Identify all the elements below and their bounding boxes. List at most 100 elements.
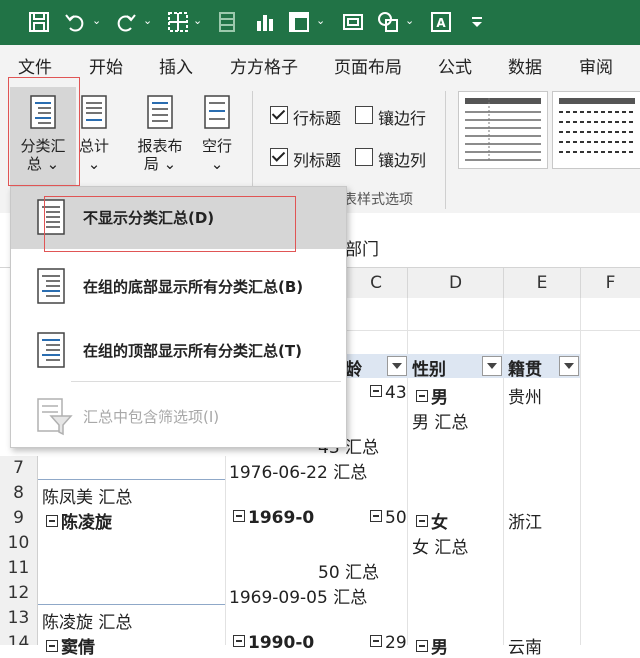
ribbon-divider xyxy=(445,91,446,209)
row-header-8[interactable]: 8 xyxy=(0,481,38,506)
collapse-icon[interactable] xyxy=(370,635,382,647)
tab-page-layout[interactable]: 页面布局 xyxy=(334,53,402,78)
cell-gender-r5: 男 xyxy=(416,383,448,408)
cell-age-r5-value: 43 xyxy=(385,383,407,403)
cell-gender-total-r10: 女 汇总 xyxy=(412,538,469,558)
menu-item-label: 在组的底部显示所有分类汇总(B) xyxy=(83,278,304,296)
borders-dropdown-icon[interactable]: ⌄ xyxy=(193,14,202,27)
cell-name-r9-value: 陈凌旋 xyxy=(61,513,112,533)
collapse-icon[interactable] xyxy=(416,390,428,402)
cell-date-r9-value: 1969-0 xyxy=(248,508,315,528)
highlight-box xyxy=(8,77,80,186)
menu-item-include-filtered: 汇总中包含筛选项(I) xyxy=(11,386,346,448)
pivot-style-preview xyxy=(465,98,541,162)
row-headers-checkbox[interactable] xyxy=(270,106,288,124)
cell-name-r14: 窦倩 xyxy=(46,633,95,658)
row-header-14[interactable]: 14 xyxy=(0,631,38,645)
customize-icon[interactable] xyxy=(464,9,490,35)
collapse-icon[interactable] xyxy=(370,385,382,397)
cell-gender-r14: 男 xyxy=(416,633,448,658)
undo-dropdown-icon[interactable]: ⌄ xyxy=(92,14,101,27)
report-layout-button[interactable]: 报表布 局 ⌄ xyxy=(130,95,190,173)
blank-rows-button[interactable]: 空行 ⌄ xyxy=(194,95,240,173)
collapse-icon[interactable] xyxy=(46,640,58,652)
undo-icon[interactable] xyxy=(62,9,88,35)
menu-item-show-at-top[interactable]: 在组的顶部显示所有分类汇总(T) xyxy=(11,320,346,382)
grid-line xyxy=(407,298,408,645)
banded-rows-label: 镶边行 xyxy=(378,109,427,128)
camera-icon[interactable] xyxy=(340,9,366,35)
tab-formulas[interactable]: 公式 xyxy=(438,53,472,78)
cell-gender-r5-value: 男 xyxy=(431,388,448,408)
menu-item-label: 在组的顶部显示所有分类汇总(T) xyxy=(83,342,302,360)
subtotal-bottom-icon xyxy=(37,268,65,308)
column-header-e[interactable]: E xyxy=(504,268,581,298)
column-header-f[interactable]: F xyxy=(581,268,640,298)
cell-age-r14: 29 xyxy=(370,633,407,653)
row-header-12[interactable]: 12 xyxy=(0,581,38,606)
chart-icon[interactable] xyxy=(252,9,278,35)
blank-rows-label-1: 空行 xyxy=(201,137,232,155)
pivot-header-row xyxy=(345,354,580,378)
age-filter-button[interactable] xyxy=(387,356,407,376)
tab-file[interactable]: 文件 xyxy=(18,53,52,78)
row-header-10[interactable]: 10 xyxy=(0,531,38,556)
pivot-style-swatch-2[interactable] xyxy=(552,91,640,169)
tab-fangfang[interactable]: 方方格子 xyxy=(230,53,298,78)
col-headers-checkbox[interactable] xyxy=(270,148,288,166)
row-headers-label: 行标题 xyxy=(293,109,342,128)
collapse-icon[interactable] xyxy=(233,510,245,522)
banded-rows-checkbox[interactable] xyxy=(355,106,373,124)
row-header-7[interactable]: 7 xyxy=(0,456,38,481)
cell-age-total-r11: 50 汇总 xyxy=(318,563,380,583)
quick-access-toolbar: ⌄ ⌄ ⌄ ⌄ ⌄ A xyxy=(0,0,640,45)
cell-date-total-r7: 1976-06-22 汇总 xyxy=(229,463,368,483)
grand-totals-label-2: ⌄ xyxy=(87,155,101,173)
banded-cols-checkbox[interactable] xyxy=(355,148,373,166)
tab-insert[interactable]: 插入 xyxy=(159,53,193,78)
gender-header: 性别 xyxy=(412,360,446,380)
collapse-icon[interactable] xyxy=(370,510,382,522)
grid-icon[interactable] xyxy=(214,9,240,35)
grid-line xyxy=(503,298,504,645)
tab-review[interactable]: 审阅 xyxy=(579,53,613,78)
text-icon[interactable]: A xyxy=(428,9,454,35)
grid-line xyxy=(345,330,640,331)
shapes-dropdown-icon[interactable]: ⌄ xyxy=(405,14,414,27)
row-header-13[interactable]: 13 xyxy=(0,606,38,631)
filter-subtotal-icon xyxy=(37,398,73,440)
hometown-filter-button[interactable] xyxy=(559,356,579,376)
cell-date-r14-value: 1990-0 xyxy=(248,633,315,653)
cell-name-total-r13: 陈凌旋 汇总 xyxy=(42,613,133,633)
svg-text:A: A xyxy=(436,16,446,30)
report-layout-icon xyxy=(130,95,190,133)
menu-item-show-at-bottom[interactable]: 在组的底部显示所有分类汇总(B) xyxy=(11,256,346,318)
pivot-style-preview xyxy=(559,98,635,153)
collapse-icon[interactable] xyxy=(416,515,428,527)
tab-data[interactable]: 数据 xyxy=(508,53,542,78)
redo-dropdown-icon[interactable]: ⌄ xyxy=(143,14,152,27)
hometown-header: 籍贯 xyxy=(508,360,542,380)
collapse-icon[interactable] xyxy=(46,515,58,527)
pivot-icon[interactable] xyxy=(286,9,312,35)
pivot-dropdown-icon[interactable]: ⌄ xyxy=(316,14,325,27)
gender-filter-button[interactable] xyxy=(482,356,502,376)
grand-totals-label-1: 总计 xyxy=(78,137,109,155)
save-icon[interactable] xyxy=(26,9,52,35)
collapse-icon[interactable] xyxy=(233,635,245,647)
column-header-c[interactable]: C xyxy=(345,268,408,298)
grand-totals-button[interactable]: 总计 ⌄ xyxy=(76,95,112,173)
cell-home-r9: 浙江 xyxy=(508,513,542,533)
row-header-11[interactable]: 11 xyxy=(0,556,38,581)
cell-date-total-r12: 1969-09-05 汇总 xyxy=(229,588,368,608)
cell-date-r9: 1969-0 xyxy=(233,508,314,528)
column-header-d[interactable]: D xyxy=(408,268,504,298)
cell-age-r5: 43 xyxy=(370,383,407,403)
row-header-9[interactable]: 9 xyxy=(0,506,38,531)
tab-home[interactable]: 开始 xyxy=(89,53,123,78)
shapes-icon[interactable] xyxy=(375,9,401,35)
borders-icon[interactable] xyxy=(165,9,191,35)
pivot-style-swatch-1[interactable] xyxy=(458,91,548,169)
redo-icon[interactable] xyxy=(113,9,139,35)
collapse-icon[interactable] xyxy=(416,640,428,652)
